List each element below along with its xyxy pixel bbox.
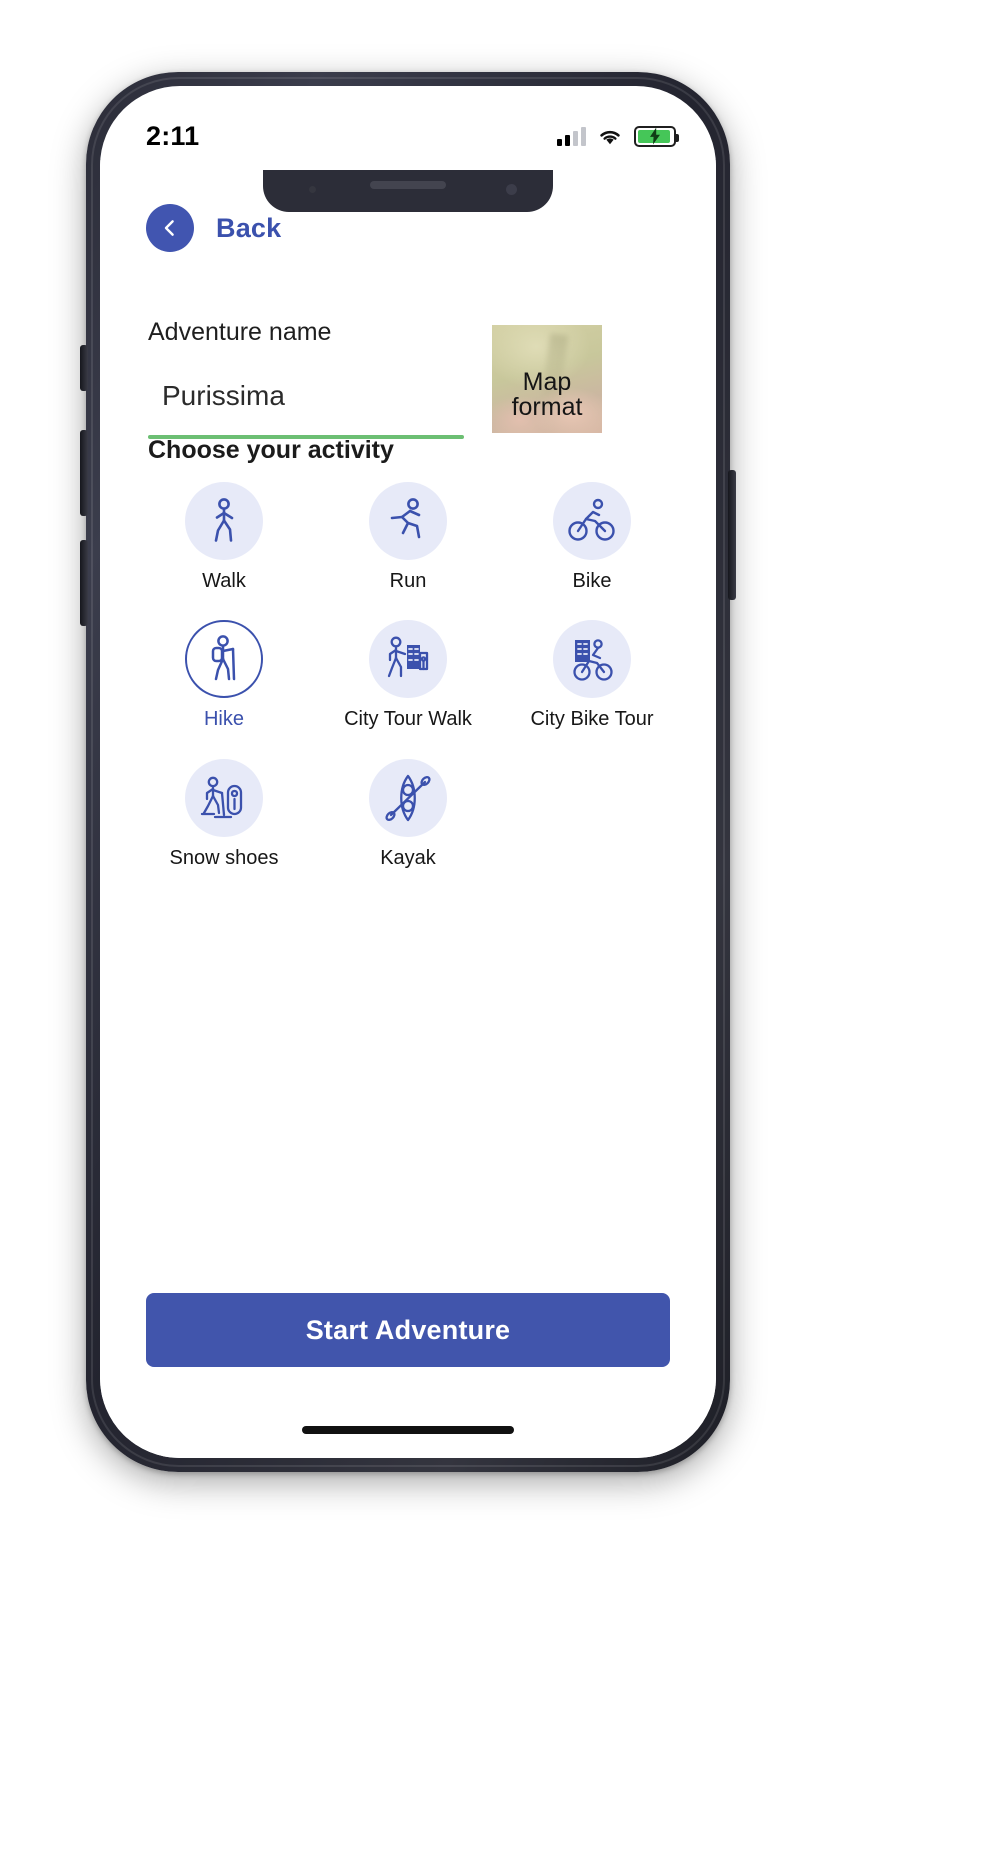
running-person-icon[interactable] [369, 482, 447, 560]
cellular-signal-icon [557, 126, 586, 146]
volume-down-button[interactable] [80, 540, 88, 626]
notch [263, 170, 553, 212]
front-camera-icon [506, 184, 517, 195]
app-content: Back Adventure name Map format Choose yo… [100, 160, 716, 1458]
activity-grid: Walk Run Bike Hike City Tour Walk City B… [132, 482, 684, 869]
activity-label: Run [389, 570, 427, 592]
hiking-person-icon[interactable] [185, 620, 263, 699]
activity-label: City Tour Walk [344, 708, 472, 731]
snowshoe-icon[interactable] [185, 758, 263, 837]
battery-charging-icon [634, 125, 679, 147]
earpiece-speaker-icon [370, 181, 446, 189]
back-label[interactable]: Back [216, 213, 281, 244]
activity-label: Hike [203, 708, 244, 731]
activity-label: Snow shoes [169, 846, 279, 869]
status-time: 2:11 [146, 120, 200, 151]
screenshot-root: 2:11 Back Adventure name Purissima Map f… [0, 0, 1004, 1867]
phone-screen: 2:11 Back Adventure name Purissima Map f… [100, 86, 716, 1458]
adventure-name-label: Adventure name [148, 318, 332, 346]
back-button[interactable]: Back [146, 204, 281, 252]
bicycle-icon[interactable] [553, 482, 631, 560]
charging-bolt-icon [650, 127, 660, 145]
wifi-icon [597, 127, 623, 146]
activity-option-city-tour-walk[interactable]: City Tour Walk [316, 620, 500, 730]
activity-option-hike[interactable]: Hike [132, 620, 316, 730]
map-format-label: Map format [511, 368, 583, 422]
kayak-icon[interactable] [369, 758, 447, 837]
city-walk-icon[interactable] [369, 620, 447, 699]
adventure-name-input[interactable] [162, 380, 502, 412]
status-bar: 2:11 [100, 86, 716, 160]
home-indicator[interactable] [302, 1426, 514, 1434]
chevron-left-icon[interactable] [146, 204, 194, 252]
start-adventure-button[interactable]: Start Adventure [146, 1293, 670, 1367]
activity-option-run[interactable]: Run [316, 482, 500, 592]
activity-label: Walk [202, 570, 246, 592]
activity-option-city-bike-tour[interactable]: City Bike Tour [500, 620, 684, 730]
status-indicators [557, 125, 679, 147]
walking-person-icon[interactable] [185, 482, 263, 560]
proximity-sensor-icon [309, 186, 316, 193]
activity-label: City Bike Tour [530, 708, 654, 731]
activity-option-walk[interactable]: Walk [132, 482, 316, 592]
volume-up-button[interactable] [80, 430, 88, 516]
power-button[interactable] [728, 470, 736, 600]
choose-activity-title: Choose your activity [148, 436, 394, 464]
activity-option-snow-shoes[interactable]: Snow shoes [132, 758, 316, 869]
activity-label: Kayak [380, 846, 436, 869]
activity-option-bike[interactable]: Bike [500, 482, 684, 592]
city-bike-icon[interactable] [553, 620, 631, 699]
mute-switch[interactable] [80, 345, 88, 391]
activity-label: Bike [572, 570, 612, 592]
map-format-thumbnail[interactable]: Map format [492, 325, 602, 433]
activity-option-kayak[interactable]: Kayak [316, 758, 500, 869]
